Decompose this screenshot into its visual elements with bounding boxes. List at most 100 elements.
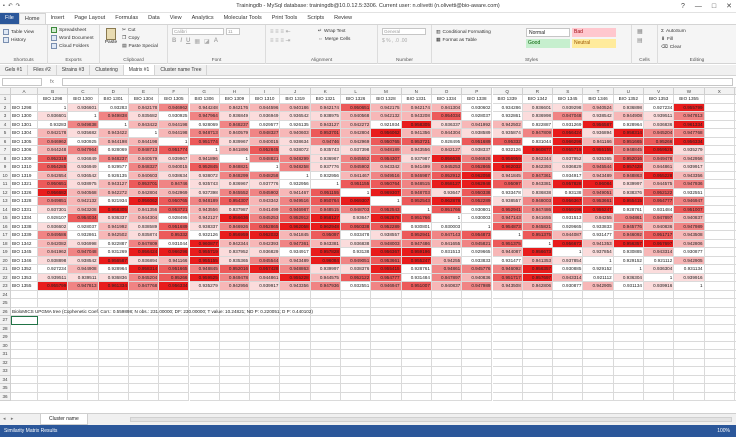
similarity-cell[interactable]: 0.958314: [128, 265, 160, 274]
similarity-cell[interactable]: 0.931134: [613, 282, 644, 291]
grid-cell[interactable]: [310, 384, 341, 393]
similarity-cell[interactable]: 0.945776: [613, 222, 644, 231]
similarity-cell[interactable]: 0.935682: [68, 129, 99, 138]
grid-cell[interactable]: [310, 375, 341, 384]
grid-cell[interactable]: [68, 324, 99, 333]
similarity-cell[interactable]: 0.928495: [159, 214, 190, 223]
similarity-cell[interactable]: 0.944198: [128, 137, 160, 146]
similarity-cell[interactable]: 0.947143: [431, 231, 463, 240]
similarity-cell[interactable]: 0.947143: [492, 214, 523, 223]
similarity-cell[interactable]: 0.938072: [280, 146, 311, 155]
grid-cell[interactable]: [704, 120, 735, 129]
similarity-cell[interactable]: 0.948237: [98, 154, 129, 163]
similarity-cell[interactable]: 0.955155: [583, 146, 614, 155]
paste-button[interactable]: Paste: [104, 28, 118, 45]
row-header[interactable]: 26: [0, 307, 11, 316]
grid-cell[interactable]: [613, 324, 644, 333]
similarity-cell[interactable]: 0.956587: [98, 256, 129, 265]
grid-cell[interactable]: [128, 316, 160, 325]
similarity-cell[interactable]: 0.93647: [341, 214, 372, 223]
similarity-cell[interactable]: 0.942502: [492, 120, 523, 129]
select-all-corner[interactable]: [0, 88, 11, 95]
similarity-cell[interactable]: 0.944304: [128, 214, 160, 223]
similarity-cell[interactable]: 0.927234: [38, 265, 69, 274]
grid-cell[interactable]: [250, 316, 281, 325]
similarity-cell[interactable]: 0.949586: [38, 231, 69, 240]
grid-cell[interactable]: [341, 375, 372, 384]
grid-cell[interactable]: [704, 307, 735, 316]
column-header[interactable]: N: [401, 88, 432, 95]
similarity-cell[interactable]: 0.938542: [68, 256, 99, 265]
matrix-column-label[interactable]: BIO 1328: [371, 95, 402, 104]
grid-cell[interactable]: [128, 367, 160, 376]
similarity-cell[interactable]: 0.956424: [553, 129, 584, 138]
similarity-cell[interactable]: 0.956959: [219, 231, 251, 240]
matrix-row-label[interactable]: BIO 1306: [11, 146, 38, 155]
similarity-cell[interactable]: 0.945821: [522, 222, 554, 231]
row-header[interactable]: 9: [0, 163, 11, 172]
similarity-cell[interactable]: 0.942174: [310, 103, 341, 112]
grid-cell[interactable]: [674, 367, 705, 376]
grid-cell[interactable]: [674, 316, 705, 325]
similarity-cell[interactable]: 0.945902: [250, 188, 281, 197]
grid-cell[interactable]: [159, 324, 190, 333]
grid-cell[interactable]: [98, 375, 129, 384]
grid-cell[interactable]: [189, 299, 220, 308]
grid-cell[interactable]: [492, 324, 523, 333]
similarity-cell[interactable]: 0.956636: [431, 154, 463, 163]
similarity-cell[interactable]: 0.936601: [68, 103, 99, 112]
similarity-cell[interactable]: 0.947936: [310, 282, 341, 291]
similarity-cell[interactable]: 0.931134: [674, 265, 705, 274]
similarity-cell[interactable]: 0.935743: [310, 146, 341, 155]
column-header[interactable]: I: [250, 88, 281, 95]
grid-cell[interactable]: [128, 350, 160, 359]
grid-cell[interactable]: [159, 316, 190, 325]
grid-cell[interactable]: [128, 341, 160, 350]
column-header[interactable]: A: [11, 88, 38, 95]
similarity-cell[interactable]: 0.936337: [98, 214, 129, 223]
similarity-cell[interactable]: 0.953661: [583, 197, 614, 206]
grid-cell[interactable]: [431, 384, 463, 393]
similarity-cell[interactable]: 0.935743: [189, 180, 220, 189]
similarity-cell[interactable]: 0.942393: [250, 239, 281, 248]
similarity-cell[interactable]: 0.95266: [159, 273, 190, 282]
similarity-cell[interactable]: 0.944908: [68, 265, 99, 274]
similarity-cell[interactable]: 0.955155: [189, 256, 220, 265]
similarity-cell[interactable]: 0.937398: [341, 146, 372, 155]
grid-cell[interactable]: [250, 384, 281, 393]
grid-cell[interactable]: [341, 358, 372, 367]
cut-button[interactable]: ✂ Cut: [122, 26, 158, 34]
similarity-cell[interactable]: 0.935279: [674, 146, 705, 155]
grid-cell[interactable]: [341, 350, 372, 359]
similarity-cell[interactable]: 0.966296: [553, 137, 584, 146]
similarity-cell[interactable]: 0.948258: [250, 171, 281, 180]
similarity-cell[interactable]: 0.936898: [613, 103, 644, 112]
grid-cell[interactable]: [219, 316, 251, 325]
similarity-cell[interactable]: 0.946962: [38, 137, 69, 146]
bold-icon[interactable]: B: [172, 38, 176, 45]
grid-cell[interactable]: [613, 307, 644, 316]
similarity-cell[interactable]: 0.942272: [341, 120, 372, 129]
matrix-row-label[interactable]: BIO 1338: [11, 222, 38, 231]
similarity-cell[interactable]: 0.948515: [310, 205, 341, 214]
similarity-cell[interactable]: 0.948713: [128, 146, 160, 155]
matrix-column-label[interactable]: BIO 1306: [189, 95, 220, 104]
grid-cell[interactable]: [11, 350, 38, 359]
similarity-cell[interactable]: 0.955719: [553, 146, 584, 155]
similarity-cell[interactable]: 1: [341, 188, 372, 197]
row-header[interactable]: 16: [0, 222, 11, 231]
grid-cell[interactable]: [371, 384, 402, 393]
style-good[interactable]: Good: [526, 39, 570, 48]
matrix-row-label[interactable]: BIO 1321: [11, 180, 38, 189]
grid-cell[interactable]: [68, 367, 99, 376]
ribbon-tab-review[interactable]: Review: [329, 13, 357, 24]
cloud-folders-button[interactable]: Cloud Folders: [51, 42, 96, 50]
grid-cell[interactable]: [644, 392, 675, 401]
grid-cell[interactable]: [280, 358, 311, 367]
row-header[interactable]: 3: [0, 112, 11, 121]
similarity-cell[interactable]: 0.956334: [674, 137, 705, 146]
similarity-cell[interactable]: 0.962878: [371, 214, 402, 223]
similarity-cell[interactable]: 0.936829: [553, 163, 584, 172]
similarity-cell[interactable]: 0.934917: [280, 248, 311, 257]
similarity-cell[interactable]: 0.936998: [522, 112, 554, 121]
